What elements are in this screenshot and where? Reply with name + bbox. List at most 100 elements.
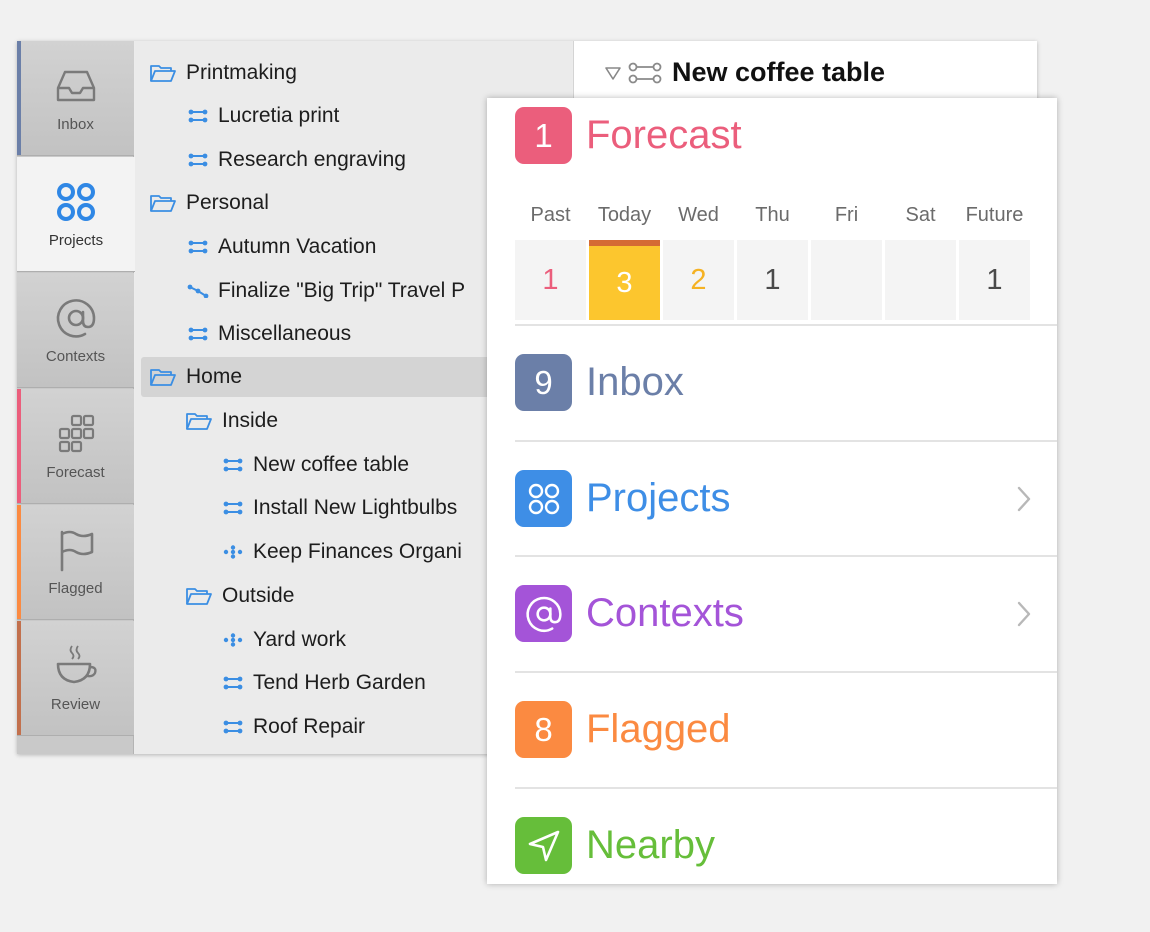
day-count: 1 (542, 263, 559, 296)
projects-label: Projects (586, 476, 731, 520)
sidebar-item-label: Contexts (45, 347, 106, 365)
sidebar-item-flagged[interactable]: Flagged (17, 505, 134, 620)
outline-row-lucretia-print[interactable]: Lucretia print (187, 96, 339, 136)
day-count: 3 (616, 266, 633, 299)
day-name: Sat (905, 204, 936, 226)
sidebar-item-contexts[interactable]: Contexts (17, 273, 134, 388)
folder-icon (186, 413, 212, 430)
day-count: 1 (986, 263, 1003, 296)
outline-row-new-coffee-table[interactable]: New coffee table (222, 445, 409, 485)
divider (515, 324, 1057, 326)
inbox-count: 9 (534, 363, 553, 401)
outline-row-miscellaneous[interactable]: Miscellaneous (187, 314, 351, 354)
sidebar-item-forecast[interactable]: Forecast (17, 389, 134, 504)
contexts-tile (515, 585, 572, 642)
outline-row-label: Install New Lightbulbs (253, 496, 458, 519)
outline-row-label: Personal (186, 191, 269, 214)
outline-row-finalize-big-trip[interactable]: Finalize "Big Trip" Travel P (187, 271, 465, 311)
chevron-right-icon (1017, 601, 1031, 627)
parallel-project-icon (188, 109, 208, 123)
outline-row-label: Autumn Vacation (218, 235, 377, 258)
outline-row-label: Home (186, 365, 243, 388)
day-name: Past (530, 204, 571, 226)
day-name: Fri (834, 204, 859, 226)
outline-row-personal[interactable]: Personal (149, 183, 269, 223)
sidebar-item-label: Inbox (57, 115, 94, 133)
outline-row-label: Miscellaneous (218, 322, 352, 345)
folder-icon (150, 65, 176, 82)
outline-row-label: Keep Finances Organi (253, 540, 462, 563)
forecast-day-past[interactable]: 1 (515, 240, 586, 320)
at-sign-icon (56, 298, 95, 338)
flag-icon (60, 530, 93, 571)
outline-row-label: Inside (222, 409, 279, 432)
outline-row-printmaking[interactable]: Printmaking (149, 53, 297, 93)
forecast-day-sat[interactable] (885, 240, 956, 320)
parallel-project-outline-icon (628, 62, 662, 83)
forecast-count: 1 (534, 116, 553, 154)
outline-row-install-new-lightbulbs[interactable]: Install New Lightbulbs (222, 488, 457, 528)
day-name: Wed (678, 204, 719, 226)
divider (515, 555, 1057, 557)
chevron-right-icon (1017, 486, 1031, 512)
outline-row-tend-herb-garden[interactable]: Tend Herb Garden (222, 663, 426, 703)
day-name: Today (597, 204, 652, 226)
folder-icon (150, 195, 176, 212)
outline-row-roof-repair[interactable]: Roof Repair (222, 707, 365, 747)
divider (515, 671, 1057, 673)
inbox-color-stripe (17, 41, 21, 155)
forecast-grid-icon (58, 414, 94, 452)
outline-row-keep-finances-organized[interactable]: Keep Finances Organi (222, 532, 462, 572)
forecast-day-fri[interactable] (811, 240, 882, 320)
folder-icon (150, 369, 176, 386)
projects-circles-icon (528, 483, 559, 514)
day-count: 1 (764, 263, 781, 296)
parallel-project-icon (188, 240, 208, 254)
day-name: Thu (755, 204, 790, 226)
outline-row-research-engraving[interactable]: Research engraving (187, 140, 406, 180)
detail-title[interactable]: New coffee table (672, 57, 885, 88)
sidebar-item-review[interactable]: Review (17, 621, 134, 736)
parallel-project-icon (188, 153, 208, 167)
sidebar-item-label: Projects (48, 231, 104, 249)
outline-row-label: Yard work (253, 628, 346, 651)
divider (515, 440, 1057, 442)
parallel-project-icon (223, 458, 243, 472)
outline-row-inside[interactable]: Inside (185, 401, 278, 441)
forecast-day-names: Past Today Wed Thu Fri Sat Future (515, 204, 1032, 234)
day-name: Future (965, 204, 1024, 226)
forecast-day-today[interactable]: 3 (589, 240, 660, 320)
forecast-day-thu[interactable]: 1 (737, 240, 808, 320)
flagged-color-stripe (17, 505, 21, 619)
sidebar-item-inbox[interactable]: Inbox (17, 41, 134, 156)
at-sign-icon (525, 596, 562, 632)
outline-row-yard-work[interactable]: Yard work (222, 620, 346, 660)
inbox-count-badge: 9 (515, 354, 572, 411)
contexts-label: Contexts (586, 591, 744, 635)
detail-header: New coffee table (604, 57, 885, 88)
forecast-day-future[interactable]: 1 (959, 240, 1030, 320)
single-actions-icon (223, 545, 243, 559)
forecast-day-wed[interactable]: 2 (663, 240, 734, 320)
outline-row-autumn-vacation[interactable]: Autumn Vacation (187, 227, 376, 267)
parallel-project-icon (188, 327, 208, 341)
outline-row-label: Research engraving (218, 148, 406, 171)
divider (515, 787, 1057, 789)
sidebar-item-projects[interactable]: Projects (17, 157, 135, 272)
disclosure-triangle-icon[interactable] (604, 66, 622, 80)
projects-tile (515, 470, 572, 527)
outline-row-label: Lucretia print (218, 104, 340, 127)
nearby-tile (515, 817, 572, 874)
sidebar-item-label: Flagged (48, 579, 103, 597)
flagged-count-badge: 8 (515, 701, 572, 758)
location-arrow-icon (528, 830, 559, 861)
ios-home-panel: 1 Forecast Past Today Wed Thu Fri Sat Fu… (487, 98, 1057, 884)
flagged-label: Flagged (586, 707, 731, 751)
outline-row-label: Tend Herb Garden (253, 671, 426, 694)
inbox-tray-icon (56, 70, 95, 101)
outline-row-outside[interactable]: Outside (185, 576, 294, 616)
folder-icon (186, 588, 212, 605)
sidebar-item-label: Review (50, 695, 101, 713)
forecast-color-stripe (17, 389, 21, 503)
parallel-project-icon (223, 720, 243, 734)
